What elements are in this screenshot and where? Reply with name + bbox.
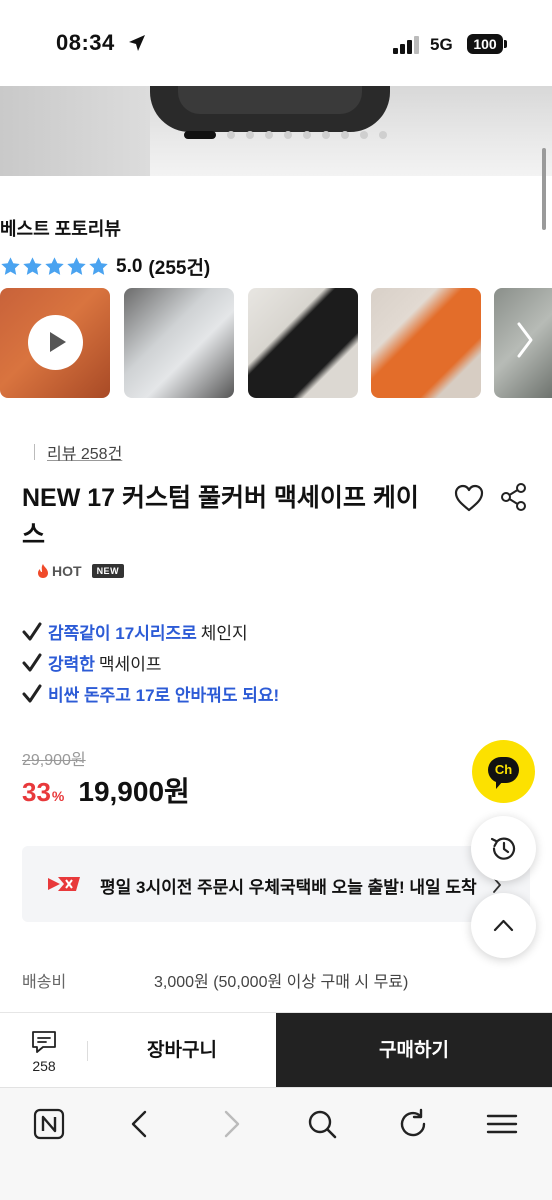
feature-text: 체인지 xyxy=(200,624,248,643)
browser-toolbar xyxy=(0,1087,552,1200)
review-photo-thumbnail[interactable] xyxy=(0,288,110,398)
location-arrow-icon xyxy=(129,35,145,51)
comment-icon xyxy=(32,1031,56,1053)
share-icon[interactable] xyxy=(500,482,528,512)
recent-history-button[interactable] xyxy=(471,816,536,881)
review-photo-thumbnail[interactable] xyxy=(248,288,358,398)
shipping-fee-value: 3,000원 (50,000원 이상 구매 시 무료) xyxy=(154,974,409,991)
feature-item: 강력한 맥세이프 xyxy=(22,647,279,678)
battery-indicator: 100 xyxy=(467,34,503,54)
rating-count: (255건) xyxy=(148,258,211,279)
rating-value: 5.0 xyxy=(116,255,143,277)
hero-phone-case-inner xyxy=(178,86,362,114)
buy-now-button[interactable]: 구매하기 xyxy=(276,1013,552,1088)
review-button[interactable]: 258 xyxy=(0,1013,88,1088)
best-review-title: 베스트 포토리뷰 xyxy=(0,219,121,239)
new-badge: NEW xyxy=(91,564,125,578)
back-icon[interactable] xyxy=(124,1108,156,1140)
refresh-icon[interactable] xyxy=(397,1108,429,1140)
chat-icon: Ch xyxy=(488,757,519,789)
original-price: 29,900원 xyxy=(22,752,86,769)
feature-highlight: 비싼 돈주고 17로 안바꿔도 되요! xyxy=(48,686,280,705)
carousel-dot[interactable] xyxy=(303,131,311,139)
scrollbar[interactable] xyxy=(542,148,546,230)
naver-home-icon[interactable] xyxy=(33,1108,65,1140)
battery-tip xyxy=(504,40,507,48)
divider xyxy=(34,444,35,460)
carousel-dot[interactable] xyxy=(360,131,368,139)
rating-summary[interactable]: 5.0 (255건) xyxy=(0,253,210,280)
chevron-right-icon[interactable] xyxy=(514,318,536,362)
delivery-banner[interactable]: 평일 3시이전 주문시 우체국택배 오늘 출발! 내일 도착 xyxy=(22,846,530,922)
carousel-dot[interactable] xyxy=(284,131,292,139)
discount-unit: % xyxy=(51,788,65,804)
sale-price: 19,900원 xyxy=(78,776,190,807)
feature-item: 감쪽같이 17시리즈로 체인지 xyxy=(22,616,279,647)
network-type: 5G xyxy=(430,35,453,54)
search-icon[interactable] xyxy=(306,1108,338,1140)
carousel-dot-active[interactable] xyxy=(184,131,216,139)
review-photo-thumbnail[interactable] xyxy=(371,288,481,398)
shipping-fee-label: 배송비 xyxy=(22,974,67,991)
product-title: NEW 17 커스텀 풀커버 맥세이프 케이스 xyxy=(22,484,419,549)
carousel-dot[interactable] xyxy=(322,131,330,139)
carousel-dot[interactable] xyxy=(246,131,254,139)
delivery-text: 평일 3시이전 주문시 우체국택배 오늘 출발! 내일 도착 xyxy=(100,878,477,897)
hot-badge-label: HOT xyxy=(52,563,82,579)
feature-highlight: 감쪽같이 17시리즈로 xyxy=(48,624,197,643)
post-delivery-icon xyxy=(48,877,80,891)
star-icon xyxy=(1,257,20,275)
feature-highlight: 강력한 xyxy=(48,655,95,674)
feature-text: 맥세이프 xyxy=(98,655,162,674)
fire-icon xyxy=(38,564,48,578)
check-icon xyxy=(22,684,42,702)
arrow-up-icon xyxy=(493,919,514,932)
signal-icon xyxy=(393,36,419,54)
menu-icon[interactable] xyxy=(486,1108,518,1140)
kakao-chat-button[interactable]: Ch xyxy=(472,740,535,803)
carousel-indicator xyxy=(184,131,387,139)
review-count-text[interactable]: 리뷰 258건 xyxy=(47,440,122,464)
purchase-bar: 258 장바구니 구매하기 xyxy=(0,1012,552,1088)
star-icon xyxy=(67,257,86,275)
history-icon xyxy=(490,837,516,860)
check-icon xyxy=(22,622,42,640)
star-icon xyxy=(23,257,42,275)
status-bar: 08:34 5G 100 xyxy=(0,0,552,86)
review-count-link[interactable]: 리뷰 258건 xyxy=(34,440,122,464)
carousel-dot[interactable] xyxy=(341,131,349,139)
carousel-dot[interactable] xyxy=(265,131,273,139)
discount-rate: 33 xyxy=(22,777,51,807)
review-photo-thumbnail[interactable] xyxy=(124,288,234,398)
heart-icon[interactable] xyxy=(454,484,484,512)
feature-item: 비싼 돈주고 17로 안바꿔도 되요! xyxy=(22,678,279,709)
review-count: 258 xyxy=(32,1058,56,1074)
star-icon xyxy=(89,257,108,275)
hot-badge: HOT xyxy=(36,563,82,579)
play-icon[interactable] xyxy=(28,315,83,370)
add-to-cart-button[interactable]: 장바구니 xyxy=(88,1013,276,1088)
feature-list: 감쪽같이 17시리즈로 체인지 강력한 맥세이프 비싼 돈주고 17로 안바꿔도… xyxy=(22,616,279,709)
status-time: 08:34 xyxy=(56,30,115,55)
carousel-dot[interactable] xyxy=(227,131,235,139)
check-icon xyxy=(22,653,42,671)
hero-background xyxy=(0,86,150,176)
star-icon xyxy=(45,257,64,275)
carousel-dot[interactable] xyxy=(379,131,387,139)
review-photo-strip xyxy=(0,288,552,398)
price-row: 33 % 19,900원 xyxy=(22,770,190,810)
forward-icon[interactable] xyxy=(215,1108,247,1140)
product-badges: HOT NEW xyxy=(36,563,125,579)
scroll-top-button[interactable] xyxy=(471,893,536,958)
